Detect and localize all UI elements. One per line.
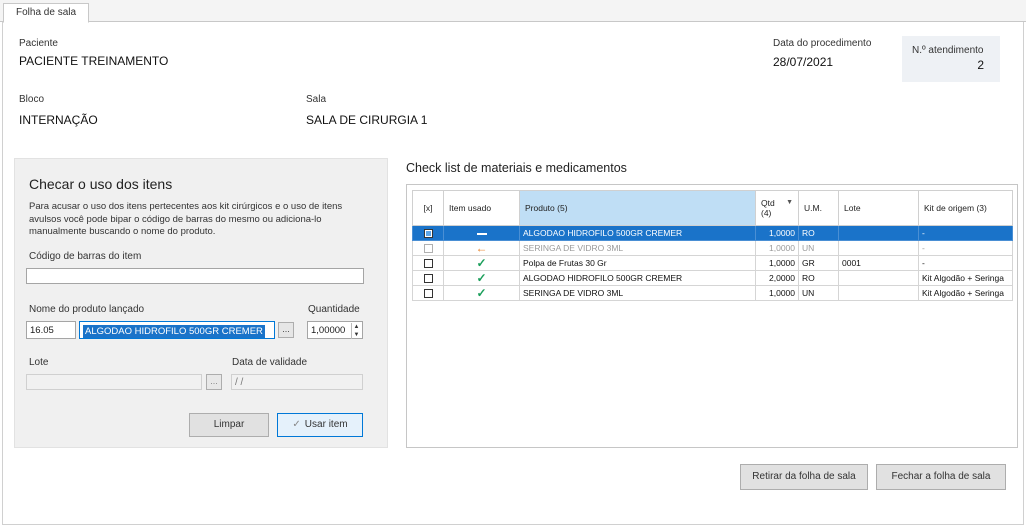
table-row[interactable]: ← SERINGA DE VIDRO 3ML 1,0000 UN - [412,240,1013,256]
produto-name-selected-text: ALGODAO HIDROFILO 500GR CREMER [83,325,265,338]
table-row[interactable]: ✓ ALGODAO HIDROFILO 500GR CREMER 2,0000 … [412,270,1013,286]
col-header-item-usado[interactable]: Item usado [443,190,520,226]
quantidade-input[interactable]: 1,00000 ▲ ▼ [307,321,363,339]
cell-lote [838,240,919,256]
col-header-produto[interactable]: Produto (5) [519,190,756,226]
table-row[interactable]: ✓ SERINGA DE VIDRO 3ML 1,0000 UN Kit Alg… [412,285,1013,301]
checklist-title: Check list de materiais e medicamentos [406,161,627,175]
tab-folha-de-sala[interactable]: Folha de sala [3,3,90,23]
bloco-value: INTERNAÇÃO [19,113,98,127]
check-icon: ✓ [476,271,487,285]
usar-item-label: Usar item [304,419,348,430]
checklist-grid: [x] Item usado Produto (5) ▼ Qtd (4) U.M.… [406,184,1018,448]
row-checkbox[interactable] [423,229,433,239]
col-header-qtd[interactable]: ▼ Qtd (4) [755,190,799,226]
row-checkbox[interactable] [423,289,433,299]
usar-item-button[interactable]: ✓ Usar item [277,413,363,437]
sort-down-icon: ▼ [786,199,793,206]
atendimento-box: N.º atendimento 2 [902,36,1000,82]
col-header-um[interactable]: U.M. [798,190,839,226]
tab-strip: Folha de sala [0,0,1026,23]
spin-down-icon[interactable]: ▼ [352,331,361,339]
col-header-x[interactable]: [x] [412,190,444,226]
barcode-input[interactable] [26,268,364,284]
checar-panel: Checar o uso dos itens Para acusar o uso… [14,158,388,448]
cell-produto: ALGODAO HIDROFILO 500GR CREMER [519,270,756,286]
cell-produto: SERINGA DE VIDRO 3ML [519,285,756,301]
cell-um: GR [798,255,839,271]
sala-label: Sala [306,94,327,105]
quantidade-value: 1,00000 [311,325,346,336]
produto-name-input[interactable]: ALGODAO HIDROFILO 500GR CREMER [79,321,275,339]
lote-input[interactable] [26,374,202,390]
produto-browse-button[interactable]: ... [278,322,294,338]
col-header-lote[interactable]: Lote [838,190,919,226]
cell-qtd: 1,0000 [755,255,799,271]
col-header-qtd-label: Qtd (4) [761,198,775,218]
barcode-label: Código de barras do item [29,251,142,262]
produto-code-input[interactable]: 16.05 [26,321,76,339]
paciente-value: PACIENTE TREINAMENTO [19,54,169,68]
cell-um: UN [798,285,839,301]
cell-qtd: 1,0000 [755,240,799,256]
cell-produto: Polpa de Frutas 30 Gr [519,255,756,271]
cell-kit: Kit Algodão + Seringa [918,270,1013,286]
produto-label: Nome do produto lançado [29,304,145,315]
paciente-label: Paciente [19,38,58,49]
quantidade-spinner[interactable]: ▲ ▼ [351,323,361,339]
cell-lote [838,225,919,241]
validade-input[interactable]: / / [231,374,363,390]
cell-kit: - [918,225,1013,241]
cell-um: RO [798,225,839,241]
check-icon: ✓ [476,256,487,270]
cell-produto: SERINGA DE VIDRO 3ML [519,240,756,256]
sala-value: SALA DE CIRURGIA 1 [306,113,428,127]
check-icon: ✓ [476,286,487,300]
cell-kit: - [918,240,1013,256]
spin-up-icon[interactable]: ▲ [352,323,361,331]
checklist-table: [x] Item usado Produto (5) ▼ Qtd (4) U.M.… [412,190,1013,301]
cell-qtd: 1,0000 [755,225,799,241]
table-row[interactable]: ✓ Polpa de Frutas 30 Gr 1,0000 GR 0001 - [412,255,1013,271]
cell-um: UN [798,240,839,256]
row-checkbox[interactable] [423,274,433,284]
row-checkbox[interactable] [423,259,433,269]
lote-browse-button[interactable]: ... [206,374,222,390]
dash-icon [476,232,487,235]
lote-label: Lote [29,357,49,368]
cell-kit: - [918,255,1013,271]
check-icon: ✓ [292,419,301,430]
fechar-button[interactable]: Fechar a folha de sala [876,464,1006,490]
atendimento-value: 2 [977,58,984,72]
limpar-button[interactable]: Limpar [189,413,269,437]
retirar-button[interactable]: Retirar da folha de sala [740,464,868,490]
cell-um: RO [798,270,839,286]
bloco-label: Bloco [19,94,45,105]
validade-label: Data de validade [232,357,308,368]
cell-produto: ALGODAO HIDROFILO 500GR CREMER [519,225,756,241]
cell-qtd: 2,0000 [755,270,799,286]
row-checkbox[interactable] [423,244,433,254]
cell-lote [838,270,919,286]
cell-lote [838,285,919,301]
checar-title: Checar o uso dos itens [29,176,173,192]
atendimento-label: N.º atendimento [912,45,984,56]
col-header-kit[interactable]: Kit de origem (3) [918,190,1013,226]
checar-description: Para acusar o uso dos itens pertecentes … [29,201,343,237]
table-row[interactable]: ALGODAO HIDROFILO 500GR CREMER 1,0000 RO… [412,225,1013,241]
data-procedimento-label: Data do procedimento [773,38,872,49]
cell-qtd: 1,0000 [755,285,799,301]
cell-lote: 0001 [838,255,919,271]
quantidade-label: Quantidade [308,304,360,315]
cell-kit: Kit Algodão + Seringa [918,285,1013,301]
arrow-left-icon: ← [475,241,488,255]
data-procedimento-value: 28/07/2021 [773,55,834,69]
